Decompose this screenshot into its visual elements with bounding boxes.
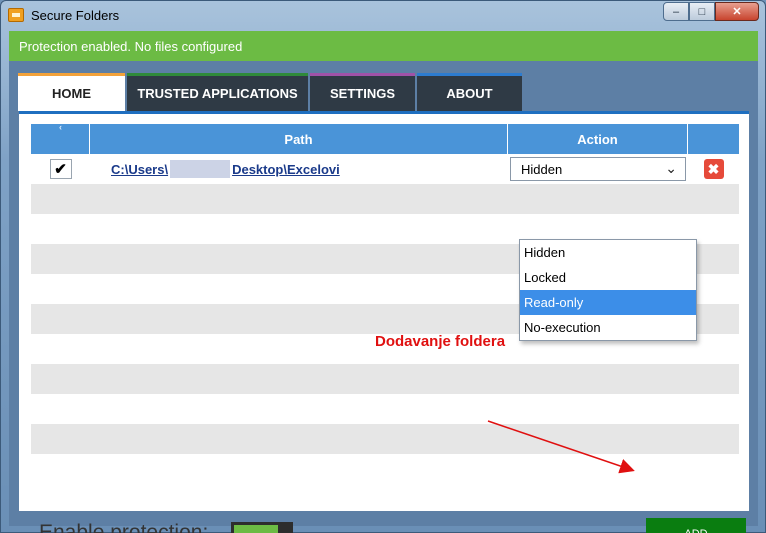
protection-toggle[interactable] [231,522,293,533]
chevron-down-icon: ⌄ [665,160,677,176]
minimize-icon: – [672,5,680,18]
action-dropdown-list: Hidden Locked Read-only No-execution [519,239,697,341]
window-controls: – □ ✕ [663,2,759,21]
close-button[interactable]: ✕ [715,2,759,21]
annotation-label: Dodavanje foldera [375,333,506,350]
enable-protection-label: Enable protection: [39,521,209,533]
minimize-button[interactable]: – [663,2,689,21]
table-row: ✔ C:\Users\ Desktop\Excelovi Hidden ⌄ ✖ [31,154,739,184]
redacted-username [170,160,231,178]
table-row [31,424,739,454]
header-action[interactable]: Action [508,124,688,154]
app-window: Secure Folders – □ ✕ Protection enabled.… [0,0,766,533]
tab-trusted-applications[interactable]: TRUSTED APPLICATIONS [127,73,308,111]
toggle-on-indicator [234,525,278,533]
header-select-column[interactable]: ‹ [31,122,90,154]
dropdown-option-no-execution[interactable]: No-execution [520,315,696,340]
table-row [31,184,739,214]
tab-bar: HOME TRUSTED APPLICATIONS SETTINGS ABOUT [18,73,524,111]
row-checkbox[interactable]: ✔ [49,159,72,179]
header-remove-column [688,124,739,154]
sort-indicator-icon: ‹ [59,122,62,132]
header-path[interactable]: Path [90,124,508,154]
dropdown-option-read-only[interactable]: Read-only [520,290,696,315]
window-title: Secure Folders [31,8,120,23]
tab-settings[interactable]: SETTINGS [310,73,415,111]
client-area: HOME TRUSTED APPLICATIONS SETTINGS ABOUT… [9,61,758,533]
dropdown-option-hidden[interactable]: Hidden [520,240,696,265]
folder-lock-icon [8,8,24,22]
maximize-icon: □ [698,5,706,18]
add-folder-button[interactable]: ADD [646,518,746,533]
home-panel: ‹ Path Action ✔ C:\Users\ Desktop\Excelo… [19,111,749,533]
tab-about[interactable]: ABOUT [417,73,522,111]
action-select[interactable]: Hidden ⌄ [510,157,686,181]
status-banner: Protection enabled. No files configured [9,31,758,61]
table-row [31,364,739,394]
maximize-button[interactable]: □ [689,2,715,21]
path-prefix: C:\Users\ [111,161,169,177]
remove-folder-button[interactable]: ✖ [703,159,724,179]
table-header: ‹ Path Action [31,122,739,154]
close-icon: ✕ [732,6,742,18]
tab-home[interactable]: HOME [18,73,125,111]
folder-path-link[interactable]: C:\Users\ Desktop\Excelovi [111,160,340,178]
title-bar[interactable]: Secure Folders – □ ✕ [1,1,766,31]
path-suffix: Desktop\Excelovi [232,161,340,177]
action-select-value: Hidden [521,161,563,177]
table-row [31,394,739,424]
close-icon: ✖ [707,160,720,177]
dropdown-option-locked[interactable]: Locked [520,265,696,290]
